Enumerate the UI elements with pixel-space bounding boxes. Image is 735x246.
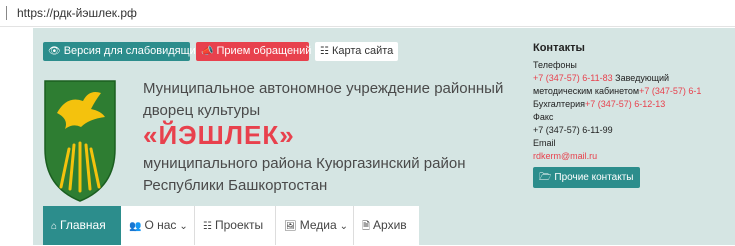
accounting-line: Бухгалтерия+7 (347-57) 6-12-13	[533, 98, 735, 111]
phone-1[interactable]: +7 (347-57) 6-11-83	[533, 73, 613, 83]
other-contacts-button[interactable]: 🗁 Прочие контакты	[533, 167, 640, 188]
people-icon: 👥	[129, 221, 142, 232]
org-line-1: Муниципальное автономное учреждение райо…	[143, 80, 504, 97]
nav-archive[interactable]: 🗎 Архив	[354, 206, 419, 245]
appeals-button[interactable]: 📣 Прием обращений	[196, 42, 312, 61]
phone-2[interactable]: +7 (347-57) 6-1	[639, 86, 701, 96]
phone-line-2: методическим кабинетом+7 (347-57) 6-1	[533, 85, 735, 98]
email-label: Email	[533, 138, 556, 148]
sitemap-icon: ☷	[320, 46, 329, 57]
phone-1-desc: Заведующий	[615, 73, 670, 83]
nav-about-label: О нас	[144, 218, 177, 232]
org-line-3: муниципального района Куюргазинский райо…	[143, 155, 466, 172]
eye-icon: 👁	[48, 46, 61, 57]
fax-number: +7 (347-57) 6-11-99	[533, 125, 613, 135]
org-title-bottom: муниципального района Куюргазинский райо…	[143, 153, 466, 197]
accounting-phone[interactable]: +7 (347-57) 6-12-13	[585, 99, 665, 109]
address-bar[interactable]: https://рдк-йэшлек.рф	[0, 0, 735, 27]
megaphone-icon: 📣	[201, 46, 214, 57]
sitemap-button[interactable]: ☷ Карта сайта	[315, 42, 398, 61]
images-icon: 🖼	[284, 221, 297, 232]
fax-label: Факс	[533, 112, 554, 122]
url-text[interactable]: https://рдк-йэшлек.рф	[17, 6, 137, 20]
org-name: «ЙЭШЛЕК»	[143, 120, 295, 150]
emblem-icon	[44, 80, 116, 202]
document-icon: 🗎	[362, 221, 371, 232]
nav-media[interactable]: 🖼 Медиа ⌄	[276, 206, 354, 245]
contacts-panel: Контакты Телефоны +7 (347-57) 6-11-83 За…	[533, 42, 735, 188]
address-bar-divider	[6, 6, 7, 20]
home-icon: ⌂	[51, 221, 58, 232]
phones-label: Телефоны	[533, 60, 577, 70]
site-header: 👁 Версия для слабовидящих 📣 Прием обращени…	[33, 28, 735, 245]
nav-media-label: Медиа	[299, 218, 337, 232]
folder-icon: 🗁	[539, 172, 552, 183]
nav-archive-label: Архив	[373, 218, 407, 232]
accessibility-version-button[interactable]: 👁 Версия для слабовидящих	[43, 42, 201, 61]
nav-about[interactable]: 👥 О нас ⌄	[121, 206, 195, 245]
chevron-down-icon: ⌄	[179, 221, 188, 232]
accessibility-version-label: Версия для слабовидящих	[63, 45, 202, 57]
nav-projects[interactable]: ☷ Проекты	[195, 206, 276, 245]
org-title-top: Муниципальное автономное учреждение райо…	[143, 78, 503, 122]
chevron-down-icon: ⌄	[339, 221, 349, 232]
org-line-2: дворец культуры	[143, 102, 261, 119]
phone-2-desc: методическим кабинетом	[533, 86, 640, 96]
phone-line-1: +7 (347-57) 6-11-83 Заведующий	[533, 72, 735, 85]
org-line-4: Республики Башкортостан	[143, 177, 328, 194]
nav-home[interactable]: ⌂ Главная	[43, 206, 121, 245]
appeals-label: Прием обращений	[216, 45, 312, 57]
email-link[interactable]: rdkerm@mail.ru	[533, 150, 735, 163]
other-contacts-label: Прочие контакты	[554, 172, 634, 183]
sitemap-label: Карта сайта	[331, 45, 394, 57]
diagram-icon: ☷	[203, 221, 212, 232]
nav-home-label: Главная	[60, 218, 106, 232]
accounting-label: Бухгалтерия	[533, 99, 585, 109]
contacts-title: Контакты	[533, 42, 585, 54]
nav-projects-label: Проекты	[214, 218, 264, 232]
